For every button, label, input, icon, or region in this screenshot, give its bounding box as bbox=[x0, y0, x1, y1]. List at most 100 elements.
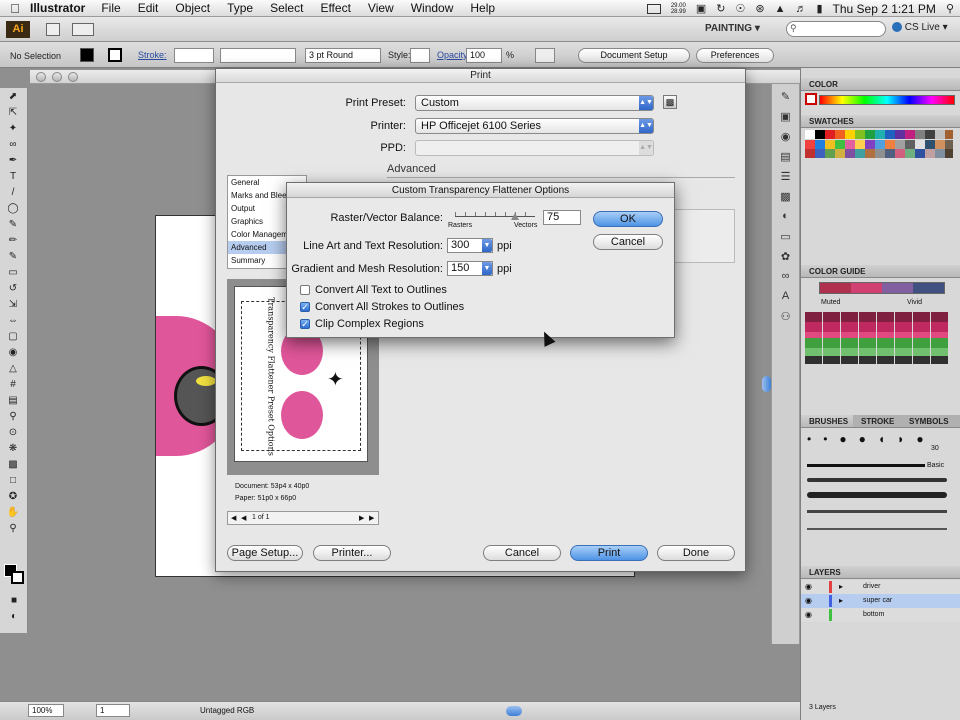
last-page-icon[interactable]: ▶ bbox=[369, 514, 374, 522]
visibility-eye-icon[interactable]: ◉ bbox=[805, 582, 812, 591]
clock[interactable]: Thu Sep 2 1:21 PM bbox=[833, 2, 936, 16]
pen-tool-icon[interactable]: ✒ bbox=[3, 153, 23, 168]
brush-stroke-5[interactable] bbox=[807, 528, 947, 530]
gradient-mesh-resolution-field[interactable]: 150 ▼ bbox=[447, 261, 493, 276]
visibility-eye-icon[interactable]: ◉ bbox=[805, 596, 812, 605]
color-guide-grid[interactable] bbox=[805, 312, 949, 364]
menu-app-name[interactable]: Illustrator bbox=[30, 1, 85, 15]
chevron-down-icon[interactable]: ▼ bbox=[482, 239, 492, 252]
color-mode-icon[interactable]: ■ bbox=[4, 593, 24, 608]
apple-icon[interactable]:  bbox=[0, 1, 30, 16]
eyedropper-tool-icon[interactable]: ⚲ bbox=[3, 409, 23, 424]
horizontal-scroll-thumb[interactable] bbox=[506, 706, 522, 716]
help-search-input[interactable]: ⚲ bbox=[786, 21, 886, 37]
clip-complex-regions-checkbox[interactable]: ✓ Clip Complex Regions bbox=[300, 318, 424, 330]
close-window-icon[interactable] bbox=[36, 72, 46, 82]
align-panel-icon[interactable]: ☰ bbox=[777, 170, 795, 184]
paintbrush-tool-icon[interactable]: ✎ bbox=[3, 217, 23, 232]
bridge-icon[interactable] bbox=[46, 23, 60, 36]
eraser-tool-icon[interactable]: ▭ bbox=[3, 265, 23, 280]
variable-width-field[interactable] bbox=[220, 48, 296, 63]
layer-expand-icon[interactable]: ▸ bbox=[839, 582, 843, 591]
save-preset-icon[interactable]: ▩ bbox=[663, 95, 677, 109]
menu-type[interactable]: Type bbox=[227, 1, 253, 15]
document-setup-button[interactable]: Document Setup bbox=[578, 48, 690, 63]
brush-tips-row[interactable]: ••●●◖◗● bbox=[807, 432, 947, 452]
menu-edit[interactable]: Edit bbox=[138, 1, 159, 15]
symbols-panel-tab[interactable]: SYMBOLS bbox=[901, 415, 960, 428]
display-icon[interactable]: ▣ bbox=[696, 2, 706, 15]
arrange-documents-icon[interactable] bbox=[72, 23, 94, 36]
brush-stroke-1[interactable] bbox=[807, 464, 925, 467]
magic-wand-tool-icon[interactable]: ✦ bbox=[3, 121, 23, 136]
drawing-mode-icon[interactable]: ◐ bbox=[4, 609, 24, 624]
type-tool-icon[interactable]: T bbox=[3, 169, 23, 184]
print-preset-popup[interactable]: Custom ▲▼ bbox=[415, 95, 654, 111]
brush-stroke-4[interactable] bbox=[807, 510, 947, 513]
stroke-weight-field[interactable] bbox=[174, 48, 214, 63]
harmony-rules-strip[interactable] bbox=[819, 282, 945, 294]
layer-expand-icon[interactable]: ▸ bbox=[839, 596, 843, 605]
selection-tool-icon[interactable]: ⬈ bbox=[3, 89, 23, 104]
lasso-tool-icon[interactable]: ∞ bbox=[3, 137, 23, 152]
menu-window[interactable]: Window bbox=[411, 1, 454, 15]
type-panel-icon[interactable]: A bbox=[777, 290, 795, 304]
slice-tool-icon[interactable]: ✪ bbox=[3, 489, 23, 504]
width-tool-icon[interactable]: ⇔ bbox=[3, 313, 23, 328]
bluetooth-icon[interactable]: ⊛ bbox=[755, 2, 764, 15]
brush-stroke-2[interactable] bbox=[807, 478, 947, 482]
slider-thumb[interactable] bbox=[511, 213, 519, 220]
navigator-panel-icon[interactable]: ⚇ bbox=[777, 310, 795, 324]
printer-button[interactable]: Printer... bbox=[313, 545, 391, 561]
ellipse-tool-icon[interactable]: ◯ bbox=[3, 201, 23, 216]
color-panel-swatch[interactable] bbox=[805, 93, 817, 105]
zoom-tool-icon[interactable]: ⚲ bbox=[3, 521, 23, 536]
direct-selection-tool-icon[interactable]: ⇱ bbox=[3, 105, 23, 120]
fill-stroke-indicator[interactable] bbox=[4, 564, 24, 586]
flattener-ok-button[interactable]: OK bbox=[593, 211, 663, 227]
preferences-button[interactable]: Preferences bbox=[696, 48, 774, 63]
menu-file[interactable]: File bbox=[101, 1, 120, 15]
stroke-swatch[interactable] bbox=[108, 48, 122, 62]
flattener-cancel-button[interactable]: Cancel bbox=[593, 234, 663, 250]
menu-object[interactable]: Object bbox=[175, 1, 210, 15]
spotlight-icon[interactable]: ⚲ bbox=[946, 2, 954, 15]
rotate-tool-icon[interactable]: ↺ bbox=[3, 281, 23, 296]
next-page-icon[interactable]: ▶ bbox=[359, 514, 364, 522]
brush-stroke-3[interactable] bbox=[807, 492, 947, 498]
chevron-down-icon[interactable]: ▼ bbox=[482, 262, 492, 275]
zoom-window-icon[interactable] bbox=[68, 72, 78, 82]
prev-page-icon[interactable]: ◀ bbox=[241, 514, 246, 522]
workspace-switcher[interactable]: PAINTING ▾ bbox=[705, 23, 760, 34]
menu-select[interactable]: Select bbox=[270, 1, 303, 15]
print-button[interactable]: Print bbox=[570, 545, 648, 561]
mesh-tool-icon[interactable]: # bbox=[3, 377, 23, 392]
appearance-panel-icon[interactable]: ◉ bbox=[777, 130, 795, 144]
swatches-grid[interactable] bbox=[805, 130, 953, 158]
zoom-level-field[interactable]: 100% bbox=[28, 704, 64, 717]
symbol-sprayer-tool-icon[interactable]: ❋ bbox=[3, 441, 23, 456]
wifi-icon[interactable]: ▲ bbox=[775, 3, 786, 15]
color-guide-panel-tab[interactable]: COLOR GUIDE bbox=[801, 265, 960, 278]
graphic-styles-panel-icon[interactable]: ▤ bbox=[777, 150, 795, 164]
free-transform-tool-icon[interactable]: ▢ bbox=[3, 329, 23, 344]
pencil-tool-icon[interactable]: ✏ bbox=[3, 233, 23, 248]
graph-tool-icon[interactable]: ▩ bbox=[3, 457, 23, 472]
shape-builder-tool-icon[interactable]: ◉ bbox=[3, 345, 23, 360]
volume-icon[interactable]: ♬ bbox=[795, 3, 806, 15]
minimize-window-icon[interactable] bbox=[52, 72, 62, 82]
symbols-panel-icon[interactable]: ✿ bbox=[777, 250, 795, 264]
layer-row-bottom[interactable]: ◉ bottom bbox=[801, 608, 960, 622]
memory-icon[interactable] bbox=[646, 3, 661, 14]
printer-popup[interactable]: HP Officejet 6100 Series ▲▼ bbox=[415, 118, 654, 134]
artboard-tool-icon[interactable]: □ bbox=[3, 473, 23, 488]
layer-row-super-car[interactable]: ◉ ▸ super car bbox=[801, 594, 960, 608]
artboards-panel-icon[interactable]: ▣ bbox=[777, 110, 795, 124]
brush-panel-icon[interactable]: ✎ bbox=[777, 90, 795, 104]
brush-definition-field[interactable]: 3 pt Round bbox=[305, 48, 381, 63]
raster-vector-value-field[interactable]: 75 bbox=[543, 210, 581, 225]
stroke-label[interactable]: Stroke: bbox=[138, 50, 167, 60]
layer-row-driver[interactable]: ◉ ▸ driver bbox=[801, 580, 960, 594]
sync-icon[interactable]: ↻ bbox=[716, 2, 725, 15]
print-cancel-button[interactable]: Cancel bbox=[483, 545, 561, 561]
